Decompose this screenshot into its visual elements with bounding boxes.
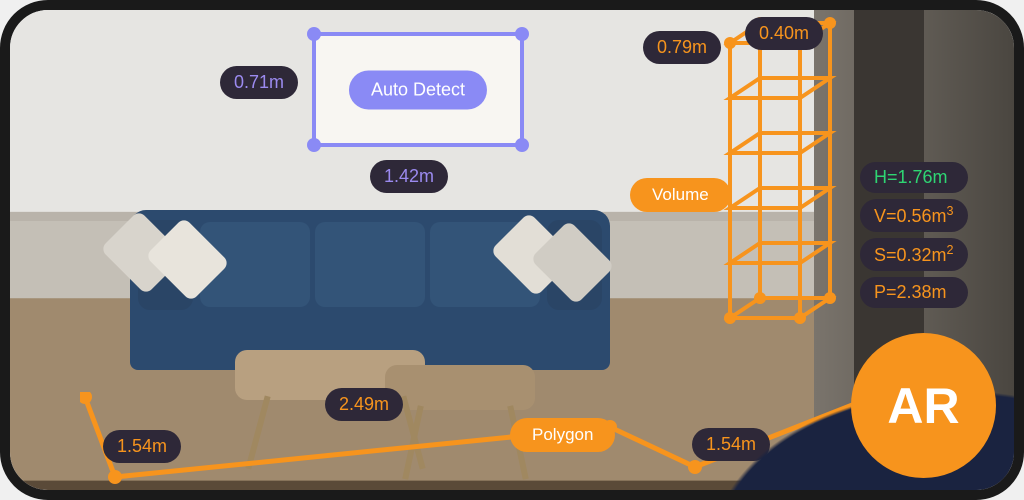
auto-detect-button[interactable]: Auto Detect: [349, 70, 487, 109]
auto-detect-box[interactable]: Auto Detect: [312, 32, 524, 147]
ar-badge: AR: [851, 333, 996, 478]
corner-dot-icon[interactable]: [515, 27, 529, 41]
measurement-depth: 0.79m: [643, 31, 721, 64]
measurement-width: 1.42m: [370, 160, 448, 193]
phone-frame: Auto Detect 0.71m 1.42m: [0, 0, 1024, 500]
measurement-segment: 2.49m: [325, 388, 403, 421]
stat-perimeter: P=2.38m: [860, 277, 968, 308]
measurement-width: 0.40m: [745, 17, 823, 50]
shelf-wireframe-icon: [725, 18, 835, 328]
corner-dot-icon[interactable]: [307, 27, 321, 41]
stat-volume: V=0.56m3: [860, 199, 968, 232]
polygon-button[interactable]: Polygon: [510, 418, 615, 452]
volume-box[interactable]: [725, 18, 835, 333]
volume-stats: H=1.76m V=0.56m3 S=0.32m2 P=2.38m: [860, 162, 968, 308]
corner-dot-icon[interactable]: [307, 138, 321, 152]
corner-dot-icon[interactable]: [515, 138, 529, 152]
measurement-height: 0.71m: [220, 66, 298, 99]
volume-button[interactable]: Volume: [630, 178, 731, 212]
stat-surface: S=0.32m2: [860, 238, 968, 271]
measurement-segment: 1.54m: [103, 430, 181, 463]
stat-height: H=1.76m: [860, 162, 968, 193]
